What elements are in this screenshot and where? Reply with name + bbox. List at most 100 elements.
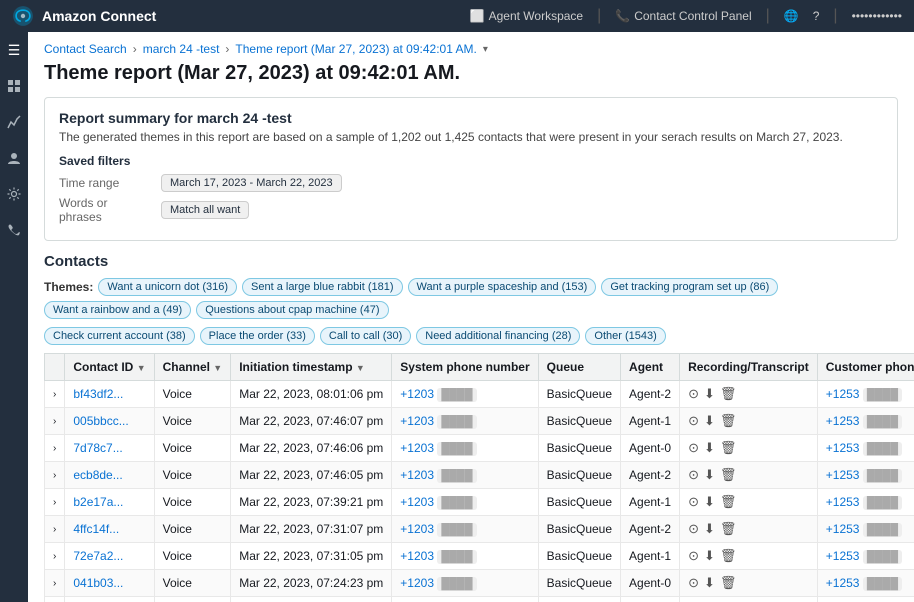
row-phone-1[interactable]: +1203 ████ (392, 408, 538, 435)
theme-tag-8[interactable]: Call to call (30) (320, 327, 411, 345)
sidebar-icon-phone[interactable] (4, 220, 24, 240)
row-recording-8[interactable]: ⊙⬇🗑 (680, 597, 818, 602)
row-expand-1[interactable]: › (45, 408, 65, 435)
row-expand-2[interactable]: › (45, 435, 65, 462)
theme-tag-0[interactable]: Want a unicorn dot (316) (98, 278, 237, 296)
delete-icon[interactable]: 🗑 (720, 521, 737, 537)
row-recording-3[interactable]: ⊙ ⬇ 🗑 (680, 462, 818, 489)
breadcrumb-current[interactable]: Theme report (Mar 27, 2023) at 09:42:01 … (235, 42, 476, 56)
col-agent[interactable]: Agent (621, 354, 680, 381)
play-icon[interactable]: ⊙ (688, 575, 699, 591)
row-contact-id-7[interactable]: 041b03... (65, 570, 154, 597)
row-queue-4: BasicQueue (538, 489, 620, 516)
row-contact-id-2[interactable]: 7d78c7... (65, 435, 154, 462)
sidebar-icon-analytics[interactable] (4, 112, 24, 132)
row-recording-6[interactable]: ⊙ ⬇ 🗑 (680, 543, 818, 570)
theme-tag-9[interactable]: Need additional financing (28) (416, 327, 580, 345)
row-phone-7[interactable]: +1203 ████ (392, 570, 538, 597)
theme-tag-6[interactable]: Check current account (38) (44, 327, 195, 345)
theme-tag-4[interactable]: Want a rainbow and a (49) (44, 301, 191, 319)
agent-workspace-btn[interactable]: ⬜ Agent Workspace (470, 9, 583, 23)
play-icon[interactable]: ⊙ (688, 386, 699, 402)
breadcrumb-march24[interactable]: march 24 -test (143, 42, 220, 56)
col-contact-id[interactable]: Contact ID ▼ (65, 354, 154, 381)
row-expand-5[interactable]: › (45, 516, 65, 543)
row-expand-7[interactable]: › (45, 570, 65, 597)
row-phone-6[interactable]: +1203 ████ (392, 543, 538, 570)
play-icon[interactable]: ⊙ (688, 440, 699, 456)
help-btn[interactable]: ? (813, 9, 820, 23)
row-expand-6[interactable]: › (45, 543, 65, 570)
theme-tag-3[interactable]: Get tracking program set up (86) (601, 278, 778, 296)
play-icon[interactable]: ⊙ (688, 548, 699, 564)
row-phone-8[interactable]: +1203 ████ (392, 597, 538, 602)
col-customer-phone[interactable]: Customer phone number (817, 354, 914, 381)
row-phone-2[interactable]: +1203 ████ (392, 435, 538, 462)
row-expand-4[interactable]: › (45, 489, 65, 516)
row-contact-id-1[interactable]: 005bbcc... (65, 408, 154, 435)
row-phone-5[interactable]: +1203 ████ (392, 516, 538, 543)
col-channel[interactable]: Channel ▼ (154, 354, 231, 381)
row-contact-id-5[interactable]: 4ffc14f... (65, 516, 154, 543)
row-recording-0[interactable]: ⊙ ⬇ 🗑 (680, 381, 818, 408)
top-nav: Amazon Connect ⬜ Agent Workspace | 📞 Con… (0, 0, 914, 32)
row-contact-id-4[interactable]: b2e17a... (65, 489, 154, 516)
row-phone-3[interactable]: +1203 ████ (392, 462, 538, 489)
download-icon[interactable]: ⬇ (704, 440, 715, 456)
row-expand-8[interactable]: › (45, 597, 65, 602)
download-icon[interactable]: ⬇ (704, 413, 715, 429)
download-icon[interactable]: ⬇ (704, 575, 715, 591)
download-icon[interactable]: ⬇ (704, 386, 715, 402)
row-cphone-8: +1253 ████ (817, 597, 914, 602)
breadcrumb-contact-search[interactable]: Contact Search (44, 42, 127, 56)
theme-tag-1[interactable]: Sent a large blue rabbit (181) (242, 278, 402, 296)
download-icon[interactable]: ⬇ (704, 521, 715, 537)
row-expand-0[interactable]: › (45, 381, 65, 408)
row-expand-3[interactable]: › (45, 462, 65, 489)
row-recording-5[interactable]: ⊙ ⬇ 🗑 (680, 516, 818, 543)
contact-control-panel-btn[interactable]: 📞 Contact Control Panel (615, 9, 751, 23)
delete-icon[interactable]: 🗑 (720, 440, 737, 456)
row-contact-id-0[interactable]: bf43df2... (65, 381, 154, 408)
delete-icon[interactable]: 🗑 (720, 548, 737, 564)
row-contact-id-3[interactable]: ecb8de... (65, 462, 154, 489)
row-phone-0[interactable]: +1203 ████ (392, 381, 538, 408)
col-recording[interactable]: Recording/Transcript (680, 354, 818, 381)
download-icon[interactable]: ⬇ (704, 548, 715, 564)
sidebar-icon-menu[interactable]: ☰ (4, 40, 24, 60)
globe-btn[interactable]: 🌐 (784, 9, 799, 23)
col-system-phone[interactable]: System phone number (392, 354, 538, 381)
delete-icon[interactable]: 🗑 (720, 575, 737, 591)
theme-tag-2[interactable]: Want a purple spaceship and (153) (408, 278, 597, 296)
delete-icon[interactable]: 🗑 (720, 386, 737, 402)
user-menu[interactable]: •••••••••••• (852, 9, 902, 23)
row-recording-4[interactable]: ⊙ ⬇ 🗑 (680, 489, 818, 516)
row-contact-id-6[interactable]: 72e7a2... (65, 543, 154, 570)
download-icon[interactable]: ⬇ (704, 494, 715, 510)
row-recording-2[interactable]: ⊙ ⬇ 🗑 (680, 435, 818, 462)
breadcrumb-dropdown-icon: ▾ (483, 44, 488, 55)
table-row: › b2e17a... Voice Mar 22, 2023, 07:39:21… (45, 489, 914, 516)
play-icon[interactable]: ⊙ (688, 494, 699, 510)
row-contact-id-8[interactable]: 490570... (65, 597, 154, 602)
sidebar-icon-users[interactable] (4, 148, 24, 168)
play-icon[interactable]: ⊙ (688, 413, 699, 429)
play-icon[interactable]: ⊙ (688, 467, 699, 483)
download-icon[interactable]: ⬇ (704, 467, 715, 483)
row-recording-1[interactable]: ⊙ ⬇ 🗑 (680, 408, 818, 435)
sidebar-icon-dashboard[interactable] (4, 76, 24, 96)
theme-tag-7[interactable]: Place the order (33) (200, 327, 315, 345)
col-queue[interactable]: Queue (538, 354, 620, 381)
row-phone-4[interactable]: +1203 ████ (392, 489, 538, 516)
phone-icon: 📞 (615, 9, 630, 23)
delete-icon[interactable]: 🗑 (720, 494, 737, 510)
theme-tag-10[interactable]: Other (1543) (585, 327, 665, 345)
row-recording-7[interactable]: ⊙ ⬇ 🗑 (680, 570, 818, 597)
theme-tag-5[interactable]: Questions about cpap machine (47) (196, 301, 388, 319)
col-initiation-ts[interactable]: Initiation timestamp ▼ (231, 354, 392, 381)
sidebar-icon-settings[interactable] (4, 184, 24, 204)
row-queue-3: BasicQueue (538, 462, 620, 489)
delete-icon[interactable]: 🗑 (720, 467, 737, 483)
play-icon[interactable]: ⊙ (688, 521, 699, 537)
delete-icon[interactable]: 🗑 (720, 413, 737, 429)
